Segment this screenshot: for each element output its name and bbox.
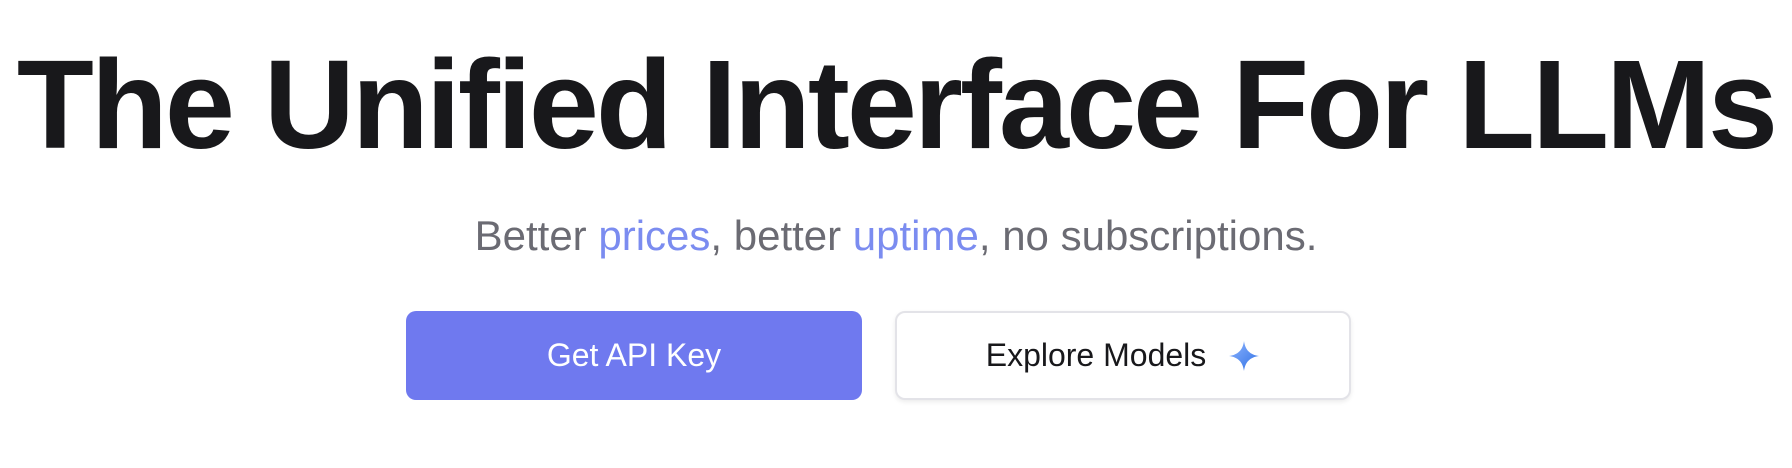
uptime-link[interactable]: uptime [853, 212, 979, 259]
get-api-key-label: Get API Key [546, 337, 722, 373]
page-title: The Unified Interface For LLMs [16, 34, 1778, 175]
explore-models-button[interactable]: Explore Models [895, 311, 1351, 400]
subtitle-text-1: Better [474, 212, 599, 259]
hero-subtitle: Better prices, better uptime, no subscri… [0, 208, 1792, 264]
get-api-key-button[interactable]: Get API Key [406, 311, 862, 400]
hero-section: The Unified Interface For LLMs Better pr… [0, 0, 1792, 468]
prices-link[interactable]: prices [598, 212, 710, 259]
subtitle-text-2: , better [710, 212, 853, 259]
explore-models-label: Explore Models [985, 337, 1207, 373]
subtitle-text-3: , no subscriptions. [978, 212, 1318, 259]
sparkle-icon [1228, 340, 1260, 372]
